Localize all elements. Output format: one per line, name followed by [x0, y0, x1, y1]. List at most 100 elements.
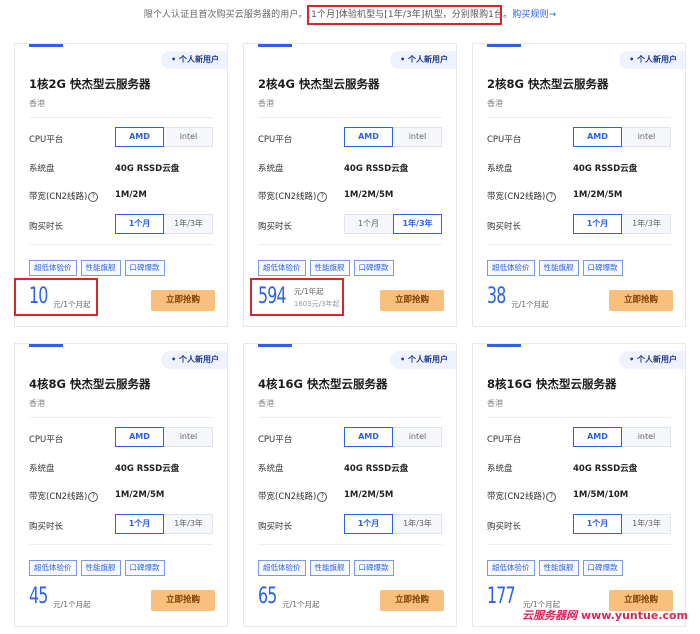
price-block: 177 元/1个月起: [487, 584, 560, 609]
buy-now-button[interactable]: 立即抢购: [151, 290, 215, 311]
card-title: 2核8G 快杰型云服务器: [487, 77, 609, 91]
watermark-site: www.yuntue.com: [580, 609, 688, 622]
cpu-option-amd[interactable]: AMD: [344, 427, 393, 447]
feature-tags: 超低体验价 性能旗舰 口碑爆款: [258, 555, 398, 576]
help-icon[interactable]: ?: [88, 491, 99, 502]
buy-now-button[interactable]: 立即抢购: [609, 290, 673, 311]
period-option-1-month[interactable]: 1个月: [115, 514, 164, 534]
cpu-option-intel[interactable]: intel: [164, 127, 213, 147]
help-icon[interactable]: ?: [546, 491, 557, 502]
card-region: 香港: [487, 99, 503, 108]
bandwidth-value: 1M/2M/5M: [573, 190, 623, 200]
badge-label: 个人新用户: [179, 55, 219, 64]
cpu-option-intel[interactable]: intel: [164, 427, 213, 447]
price-highlight-box-1: [14, 278, 98, 316]
help-icon[interactable]: ?: [317, 491, 328, 502]
bandwidth-label-text: 带宽(CN2线路): [258, 192, 317, 202]
bandwidth-label: 带宽(CN2线路)?: [487, 190, 557, 202]
price-value: 45: [29, 584, 48, 609]
bandwidth-label: 带宽(CN2线路)?: [29, 490, 99, 502]
divider: [258, 244, 442, 245]
buy-now-button[interactable]: 立即抢购: [380, 590, 444, 611]
product-card: • 个人新用户 8核16G 快杰型云服务器 香港 CPU平台 AMD intel…: [472, 343, 686, 627]
help-icon[interactable]: ?: [546, 191, 557, 202]
badge-dot-icon: •: [629, 355, 635, 364]
price-value: 65: [258, 584, 277, 609]
disk-value: 40G RSSD云盘: [573, 164, 638, 174]
divider: [487, 244, 671, 245]
cpu-label: CPU平台: [487, 135, 522, 145]
price-unit: 元/1个月起: [511, 300, 549, 309]
price-unit: 元/1个月起: [53, 600, 91, 609]
bandwidth-label: 带宽(CN2线路)?: [487, 490, 557, 502]
period-option-1-3-year[interactable]: 1年/3年: [164, 214, 213, 234]
tag-low-price: 超低体验价: [258, 260, 306, 276]
period-option-1-month[interactable]: 1个月: [344, 514, 393, 534]
notice-highlight-box: [307, 5, 502, 25]
buy-now-button[interactable]: 立即抢购: [380, 290, 444, 311]
purchase-rules-link[interactable]: 购买规则→: [512, 10, 556, 20]
disk-label: 系统盘: [258, 464, 284, 474]
period-option-1-month[interactable]: 1个月: [573, 214, 622, 234]
cpu-option-intel[interactable]: intel: [622, 427, 671, 447]
bandwidth-label: 带宽(CN2线路)?: [29, 190, 99, 202]
period-option-1-3-year[interactable]: 1年/3年: [164, 514, 213, 534]
period-label: 购买时长: [258, 222, 293, 232]
bandwidth-label-text: 带宽(CN2线路): [29, 192, 88, 202]
tag-low-price: 超低体验价: [29, 560, 77, 576]
cpu-option-amd[interactable]: AMD: [115, 427, 164, 447]
help-icon[interactable]: ?: [88, 191, 99, 202]
divider: [29, 244, 213, 245]
tag-performance: 性能旗舰: [309, 560, 350, 576]
divider: [29, 417, 213, 418]
bandwidth-label: 带宽(CN2线路)?: [258, 490, 328, 502]
cpu-option-intel[interactable]: intel: [622, 127, 671, 147]
period-option-1-3-year[interactable]: 1年/3年: [393, 514, 442, 534]
divider: [29, 117, 213, 118]
period-option-1-3-year[interactable]: 1年/3年: [393, 214, 442, 234]
card-title: 1核2G 快杰型云服务器: [29, 77, 151, 91]
tag-performance: 性能旗舰: [309, 260, 350, 276]
cpu-label: CPU平台: [29, 135, 64, 145]
cpu-option-intel[interactable]: intel: [393, 127, 442, 147]
tag-performance: 性能旗舰: [538, 260, 579, 276]
tag-low-price: 超低体验价: [487, 260, 535, 276]
cpu-option-amd[interactable]: AMD: [573, 427, 622, 447]
card-accent-bar: [29, 344, 63, 347]
cpu-option-amd[interactable]: AMD: [344, 127, 393, 147]
badge-label: 个人新用户: [637, 55, 677, 64]
card-accent-bar: [487, 344, 521, 347]
disk-label: 系统盘: [29, 164, 55, 174]
cpu-option-intel[interactable]: intel: [393, 427, 442, 447]
help-icon[interactable]: ?: [317, 191, 328, 202]
period-option-1-3-year[interactable]: 1年/3年: [622, 514, 671, 534]
bandwidth-value: 1M/5M/10M: [573, 490, 629, 500]
new-user-badge: • 个人新用户: [161, 351, 227, 369]
tag-popular: 口碑爆款: [353, 260, 394, 276]
bandwidth-value: 1M/2M: [115, 190, 147, 200]
period-option-1-month[interactable]: 1个月: [573, 514, 622, 534]
card-region: 香港: [29, 399, 45, 408]
product-card: • 个人新用户 4核8G 快杰型云服务器 香港 CPU平台 AMD intel …: [14, 343, 228, 627]
bandwidth-value: 1M/2M/5M: [344, 490, 394, 500]
cpu-option-amd[interactable]: AMD: [115, 127, 164, 147]
divider: [258, 117, 442, 118]
bandwidth-value: 1M/2M/5M: [344, 190, 394, 200]
badge-label: 个人新用户: [408, 355, 448, 364]
cpu-option-amd[interactable]: AMD: [573, 127, 622, 147]
price-unit-group: 元/1个月起: [511, 300, 548, 309]
period-option-1-month[interactable]: 1个月: [344, 214, 393, 234]
divider: [487, 117, 671, 118]
tag-popular: 口碑爆款: [353, 560, 394, 576]
divider: [487, 544, 671, 545]
card-accent-bar: [258, 44, 292, 47]
period-option-1-month[interactable]: 1个月: [115, 214, 164, 234]
buy-now-button[interactable]: 立即抢购: [151, 590, 215, 611]
bandwidth-label: 带宽(CN2线路)?: [258, 190, 328, 202]
new-user-badge: • 个人新用户: [619, 351, 685, 369]
tag-performance: 性能旗舰: [80, 560, 121, 576]
period-option-1-3-year[interactable]: 1年/3年: [622, 214, 671, 234]
period-selector: 1个月 1年/3年: [573, 514, 671, 534]
card-region: 香港: [487, 399, 503, 408]
price-block: 45 元/1个月起: [29, 584, 91, 609]
